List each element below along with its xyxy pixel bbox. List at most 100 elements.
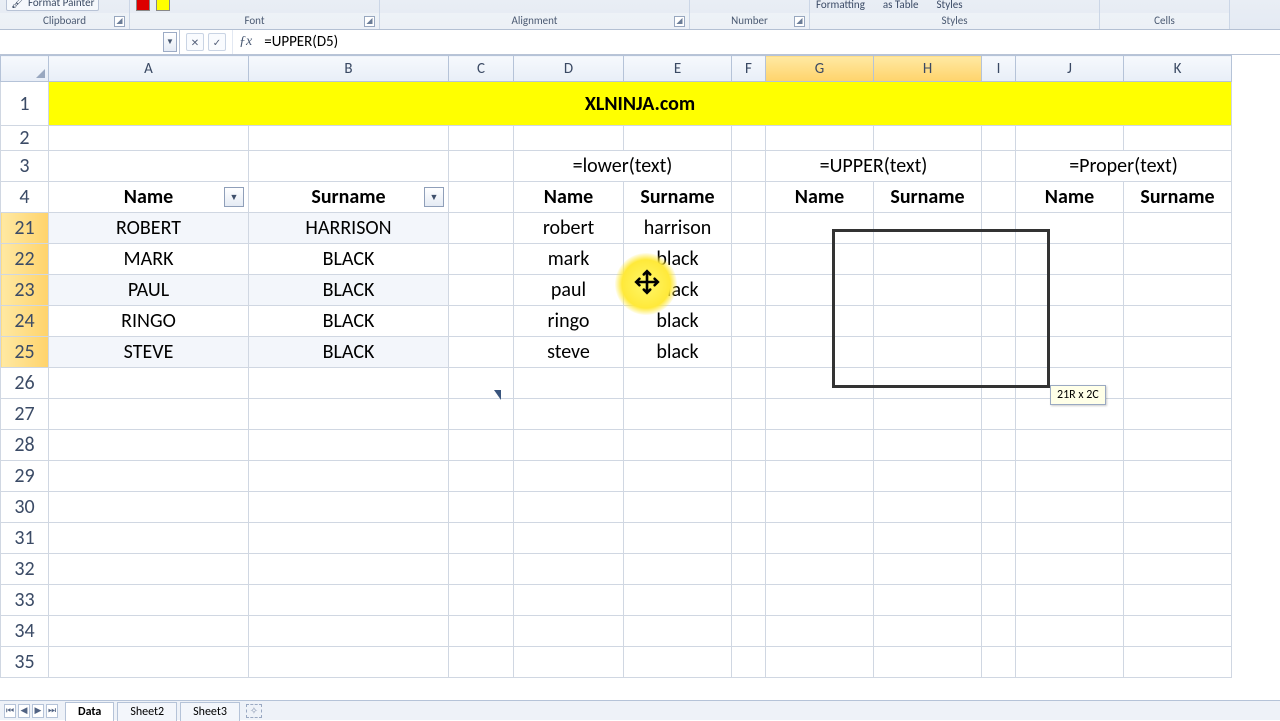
cell[interactable] bbox=[249, 151, 449, 182]
cell-name[interactable]: RINGO bbox=[49, 306, 249, 337]
filter-dropdown-icon[interactable]: ▼ bbox=[424, 187, 444, 207]
cell[interactable] bbox=[732, 244, 766, 275]
cell[interactable] bbox=[449, 275, 514, 306]
row-header-35[interactable]: 35 bbox=[1, 647, 49, 678]
select-all-corner[interactable] bbox=[1, 56, 49, 82]
cell[interactable] bbox=[766, 523, 874, 554]
header-surname-k[interactable]: Surname bbox=[1124, 182, 1232, 213]
cell[interactable] bbox=[732, 430, 766, 461]
column-header-G[interactable]: G bbox=[766, 56, 874, 82]
cell[interactable] bbox=[624, 585, 732, 616]
cell[interactable] bbox=[49, 430, 249, 461]
column-header-J[interactable]: J bbox=[1016, 56, 1124, 82]
cell[interactable] bbox=[874, 306, 982, 337]
cell[interactable] bbox=[1124, 492, 1232, 523]
cell[interactable] bbox=[249, 399, 449, 430]
cell[interactable] bbox=[49, 492, 249, 523]
column-header-F[interactable]: F bbox=[732, 56, 766, 82]
font-color-swatch[interactable] bbox=[136, 0, 150, 11]
header-surname-b[interactable]: Surname▼ bbox=[249, 182, 449, 213]
cell[interactable] bbox=[1016, 213, 1124, 244]
cell[interactable] bbox=[982, 647, 1016, 678]
cell[interactable] bbox=[449, 492, 514, 523]
sheet-tab-data[interactable]: Data bbox=[65, 702, 114, 721]
cell[interactable] bbox=[1016, 647, 1124, 678]
cell[interactable] bbox=[874, 337, 982, 368]
cell[interactable] bbox=[982, 523, 1016, 554]
cell[interactable] bbox=[624, 399, 732, 430]
cell[interactable] bbox=[449, 523, 514, 554]
row-header-30[interactable]: 30 bbox=[1, 492, 49, 523]
cell[interactable] bbox=[249, 126, 449, 151]
banner-cell[interactable]: XLNINJA.com bbox=[49, 82, 1232, 126]
row-header-23[interactable]: 23 bbox=[1, 275, 49, 306]
cell[interactable] bbox=[874, 523, 982, 554]
cell[interactable] bbox=[514, 585, 624, 616]
cell[interactable] bbox=[449, 647, 514, 678]
cell-name[interactable]: STEVE bbox=[49, 337, 249, 368]
tab-nav-prev-icon[interactable]: ◀ bbox=[18, 704, 30, 718]
header-name-g[interactable]: Name bbox=[766, 182, 874, 213]
column-header-H[interactable]: H bbox=[874, 56, 982, 82]
cell-surname[interactable]: BLACK bbox=[249, 275, 449, 306]
cell[interactable] bbox=[449, 306, 514, 337]
cell[interactable] bbox=[732, 151, 766, 182]
cell[interactable] bbox=[49, 585, 249, 616]
row-header-26[interactable]: 26 bbox=[1, 368, 49, 399]
cell[interactable] bbox=[449, 151, 514, 182]
cell[interactable] bbox=[449, 213, 514, 244]
cell[interactable] bbox=[1016, 244, 1124, 275]
cell-lower-surname[interactable]: harrison bbox=[624, 213, 732, 244]
cell-surname[interactable]: BLACK bbox=[249, 337, 449, 368]
cell[interactable] bbox=[449, 461, 514, 492]
cell[interactable] bbox=[1124, 368, 1232, 399]
cell[interactable] bbox=[982, 151, 1016, 182]
cell[interactable] bbox=[249, 368, 449, 399]
column-header-E[interactable]: E bbox=[624, 56, 732, 82]
cell[interactable] bbox=[1016, 430, 1124, 461]
cell-name[interactable]: PAUL bbox=[49, 275, 249, 306]
cell[interactable] bbox=[449, 554, 514, 585]
cell[interactable] bbox=[624, 523, 732, 554]
sheet-tab-sheet3[interactable]: Sheet3 bbox=[180, 702, 240, 721]
cell-lower-name[interactable]: paul bbox=[514, 275, 624, 306]
cell[interactable] bbox=[874, 492, 982, 523]
cell[interactable] bbox=[249, 554, 449, 585]
cell[interactable] bbox=[49, 616, 249, 647]
cell[interactable] bbox=[249, 492, 449, 523]
header-name-d[interactable]: Name bbox=[514, 182, 624, 213]
cell[interactable] bbox=[1124, 616, 1232, 647]
cell[interactable] bbox=[732, 182, 766, 213]
cell[interactable] bbox=[732, 647, 766, 678]
cell[interactable] bbox=[49, 399, 249, 430]
cell[interactable] bbox=[982, 213, 1016, 244]
cell[interactable] bbox=[982, 616, 1016, 647]
cell-lower-name[interactable]: steve bbox=[514, 337, 624, 368]
cell-formula-upper[interactable]: =UPPER(text) bbox=[766, 151, 982, 182]
cell[interactable] bbox=[732, 337, 766, 368]
cell-surname[interactable]: BLACK bbox=[249, 306, 449, 337]
cell[interactable] bbox=[982, 399, 1016, 430]
cell-name[interactable]: MARK bbox=[49, 244, 249, 275]
column-header-B[interactable]: B bbox=[249, 56, 449, 82]
row-header-27[interactable]: 27 bbox=[1, 399, 49, 430]
cell[interactable] bbox=[766, 213, 874, 244]
row-header-22[interactable]: 22 bbox=[1, 244, 49, 275]
cell[interactable] bbox=[732, 554, 766, 585]
cell[interactable] bbox=[249, 585, 449, 616]
enter-icon[interactable]: ✓ bbox=[208, 33, 226, 51]
cell[interactable] bbox=[766, 126, 874, 151]
cell[interactable] bbox=[449, 430, 514, 461]
cell[interactable] bbox=[624, 461, 732, 492]
cell[interactable] bbox=[1016, 523, 1124, 554]
cell[interactable] bbox=[732, 523, 766, 554]
name-box[interactable]: ▼ bbox=[0, 30, 180, 54]
cell[interactable] bbox=[1124, 126, 1232, 151]
cell[interactable] bbox=[874, 399, 982, 430]
tab-nav-next-icon[interactable]: ▶ bbox=[32, 704, 44, 718]
cell-lower-name[interactable]: ringo bbox=[514, 306, 624, 337]
cell-lower-surname[interactable]: black bbox=[624, 275, 732, 306]
row-header-33[interactable]: 33 bbox=[1, 585, 49, 616]
cell[interactable] bbox=[49, 647, 249, 678]
cell[interactable] bbox=[874, 244, 982, 275]
